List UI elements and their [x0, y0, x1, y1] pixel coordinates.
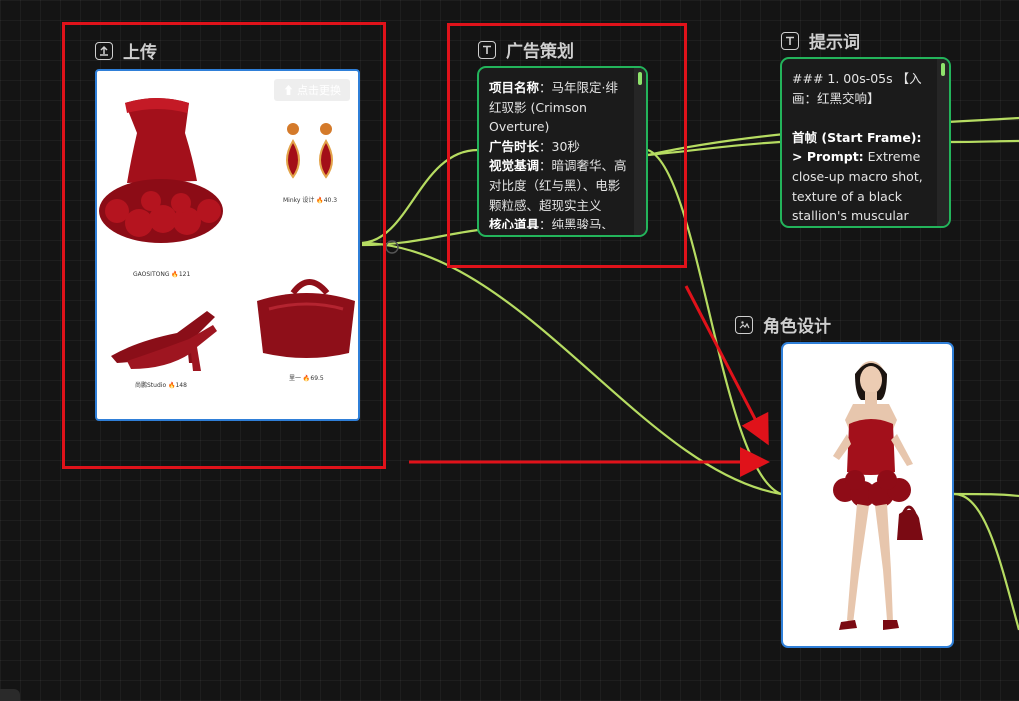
annotation-arrow-diagonal: [684, 285, 769, 446]
annotation-arrows: [409, 285, 770, 477]
corner-tab[interactable]: [0, 689, 20, 701]
